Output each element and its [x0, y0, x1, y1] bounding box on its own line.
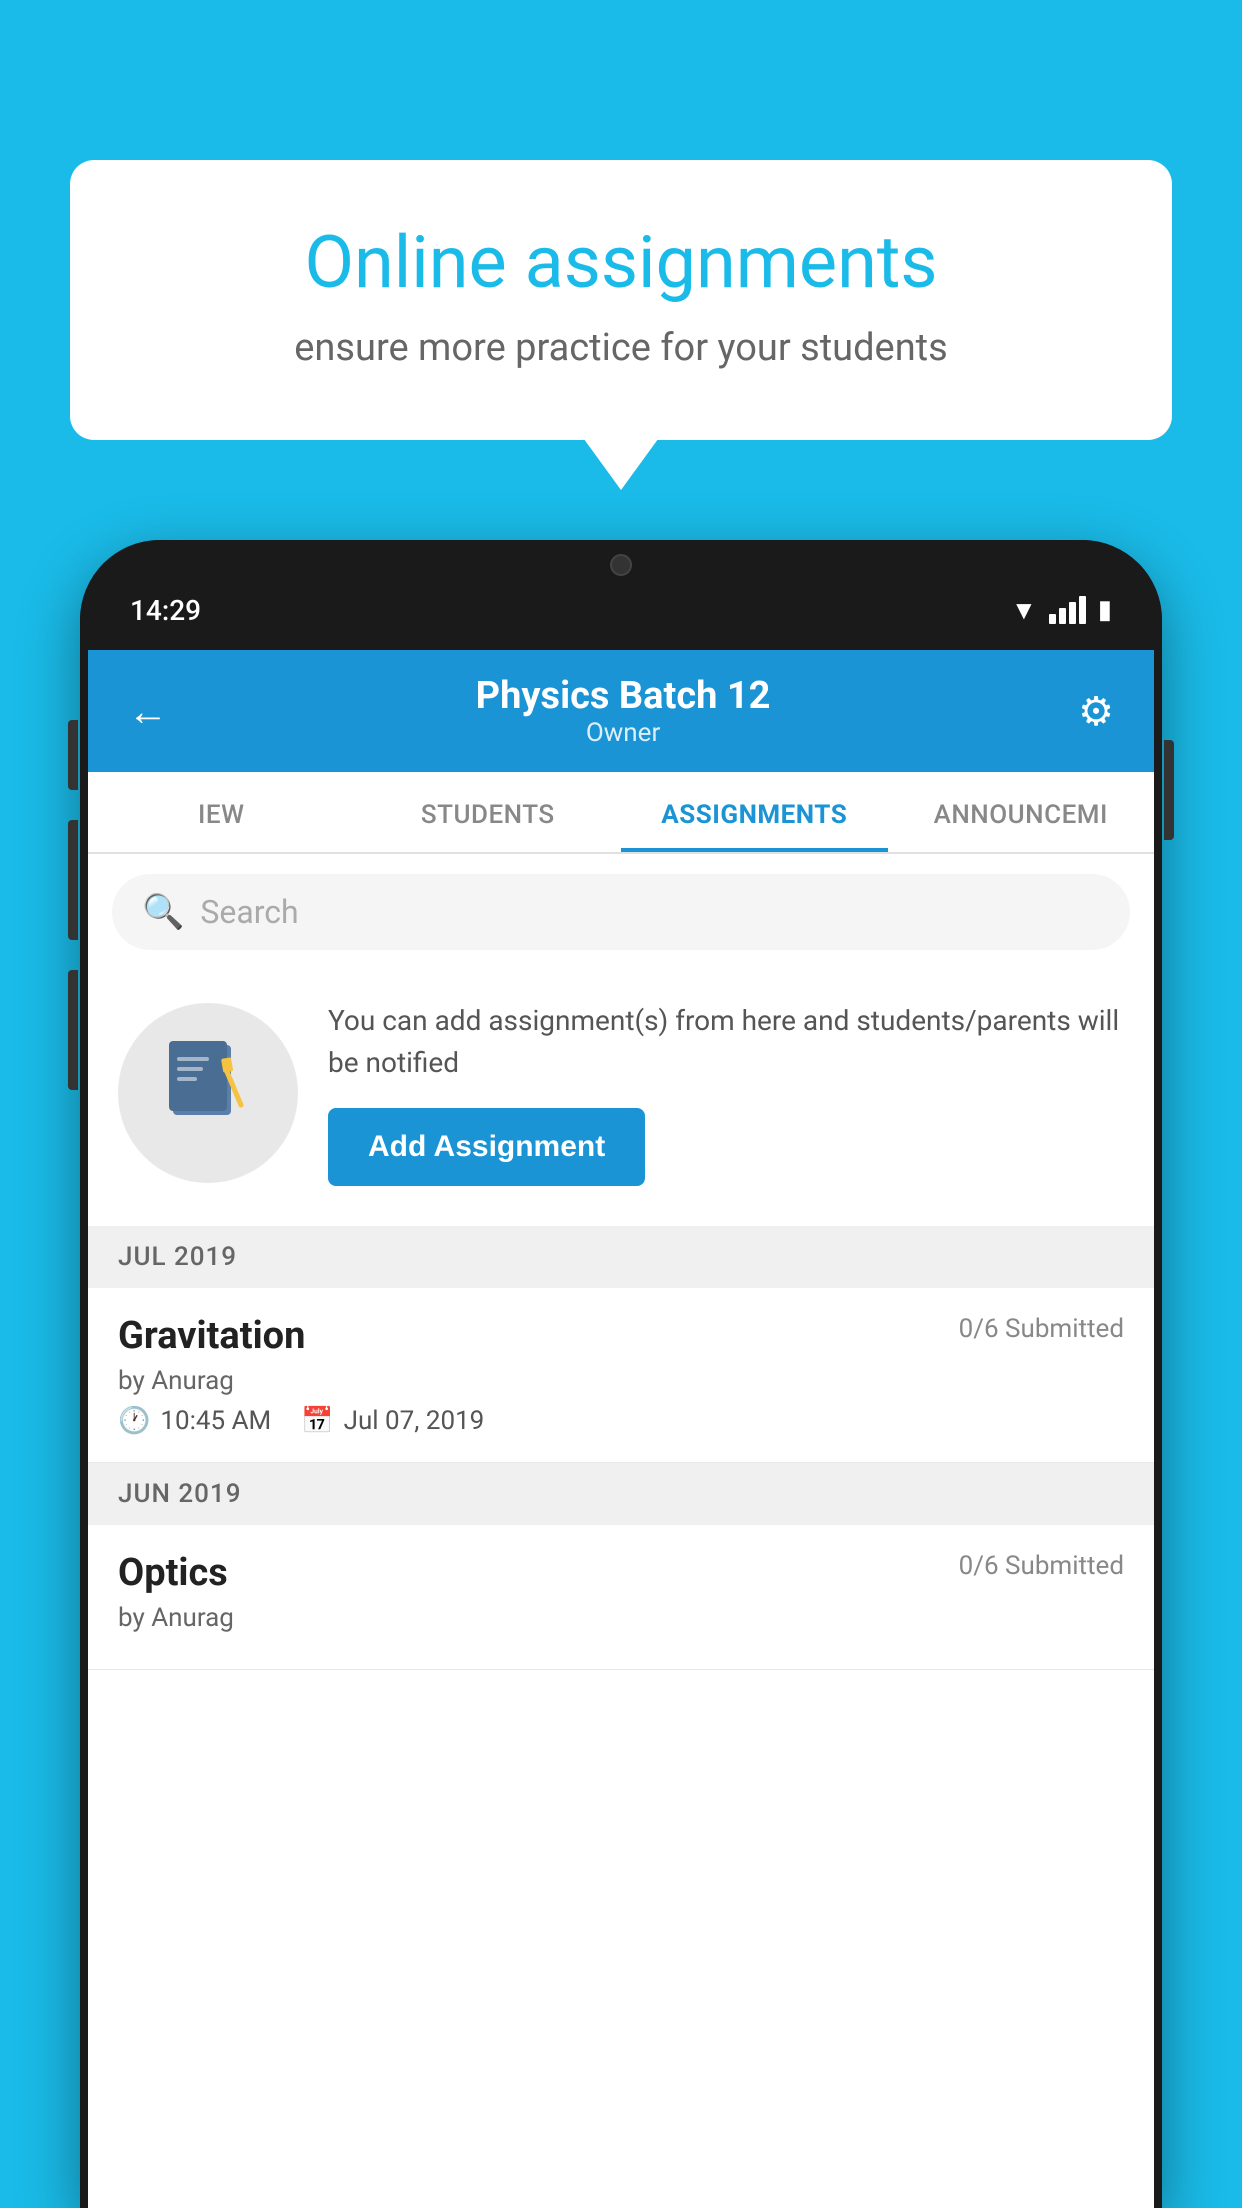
- search-icon: 🔍: [142, 892, 184, 932]
- assignment-by-optics: by Anurag: [118, 1603, 1124, 1633]
- empty-state: You can add assignment(s) from here and …: [88, 970, 1154, 1226]
- assignment-icon-circle: [118, 1003, 298, 1183]
- volume-down-button: [68, 970, 78, 1090]
- time-meta: 🕐 10:45 AM: [118, 1406, 271, 1436]
- section-label-jun: JUN 2019: [118, 1479, 241, 1509]
- calendar-icon: 📅: [301, 1406, 333, 1436]
- volume-up-button: [68, 820, 78, 940]
- status-time: 14:29: [130, 594, 201, 627]
- status-icons: ▼ ▮: [1011, 595, 1112, 626]
- app-screen: ← Physics Batch 12 Owner ⚙ IEW STUDENTS …: [88, 650, 1154, 2208]
- empty-state-right: You can add assignment(s) from here and …: [328, 1000, 1124, 1186]
- wifi-icon: ▼: [1011, 595, 1037, 626]
- bubble-subtitle: ensure more practice for your students: [150, 326, 1092, 370]
- assignment-icon: [163, 1037, 253, 1149]
- assignment-gravitation[interactable]: Gravitation 0/6 Submitted by Anurag 🕐 10…: [88, 1288, 1154, 1463]
- clock-icon: 🕐: [118, 1406, 150, 1436]
- section-jul-2019: JUL 2019: [88, 1226, 1154, 1288]
- power-button: [1164, 740, 1174, 840]
- phone-frame: 14:29 ▼ ▮ ← Physics Batch 12 Owner: [80, 540, 1162, 2208]
- header-subtitle: Owner: [476, 718, 771, 748]
- speech-bubble: Online assignments ensure more practice …: [70, 160, 1172, 440]
- assignment-top-row-optics: Optics 0/6 Submitted: [118, 1551, 1124, 1595]
- assignment-title-gravitation: Gravitation: [118, 1314, 305, 1358]
- back-button[interactable]: ←: [128, 688, 168, 735]
- signal-icon: [1049, 596, 1086, 624]
- speech-bubble-container: Online assignments ensure more practice …: [70, 160, 1172, 440]
- date-meta: 📅 Jul 07, 2019: [301, 1406, 484, 1436]
- add-assignment-button[interactable]: Add Assignment: [328, 1108, 645, 1186]
- assignment-time: 10:45 AM: [160, 1406, 271, 1436]
- assignment-submitted-optics: 0/6 Submitted: [959, 1551, 1124, 1581]
- assignment-meta-gravitation: 🕐 10:45 AM 📅 Jul 07, 2019: [118, 1406, 1124, 1436]
- assignment-title-optics: Optics: [118, 1551, 228, 1595]
- search-bar[interactable]: 🔍 Search: [112, 874, 1130, 950]
- tab-students[interactable]: STUDENTS: [355, 772, 622, 852]
- phone-notch: [531, 540, 711, 590]
- camera: [610, 554, 632, 576]
- tab-iew[interactable]: IEW: [88, 772, 355, 852]
- status-bar: 14:29 ▼ ▮: [80, 540, 1162, 650]
- search-placeholder: Search: [200, 893, 298, 931]
- section-label-jul: JUL 2019: [118, 1242, 237, 1272]
- assignment-optics[interactable]: Optics 0/6 Submitted by Anurag: [88, 1525, 1154, 1670]
- tabs-container: IEW STUDENTS ASSIGNMENTS ANNOUNCEMI: [88, 772, 1154, 854]
- header-title: Physics Batch 12: [476, 674, 771, 718]
- search-container: 🔍 Search: [88, 854, 1154, 970]
- empty-state-description: You can add assignment(s) from here and …: [328, 1000, 1124, 1084]
- tab-assignments[interactable]: ASSIGNMENTS: [621, 772, 888, 852]
- battery-icon: ▮: [1098, 595, 1112, 625]
- header-center: Physics Batch 12 Owner: [476, 674, 771, 748]
- assignment-date: Jul 07, 2019: [344, 1406, 485, 1436]
- mute-button: [68, 720, 78, 790]
- app-header: ← Physics Batch 12 Owner ⚙: [88, 650, 1154, 772]
- tab-announcements[interactable]: ANNOUNCEMI: [888, 772, 1155, 852]
- section-jun-2019: JUN 2019: [88, 1463, 1154, 1525]
- settings-icon[interactable]: ⚙: [1078, 688, 1114, 735]
- assignment-submitted-gravitation: 0/6 Submitted: [959, 1314, 1124, 1344]
- bubble-title: Online assignments: [150, 220, 1092, 306]
- assignment-by-gravitation: by Anurag: [118, 1366, 1124, 1396]
- assignment-top-row: Gravitation 0/6 Submitted: [118, 1314, 1124, 1358]
